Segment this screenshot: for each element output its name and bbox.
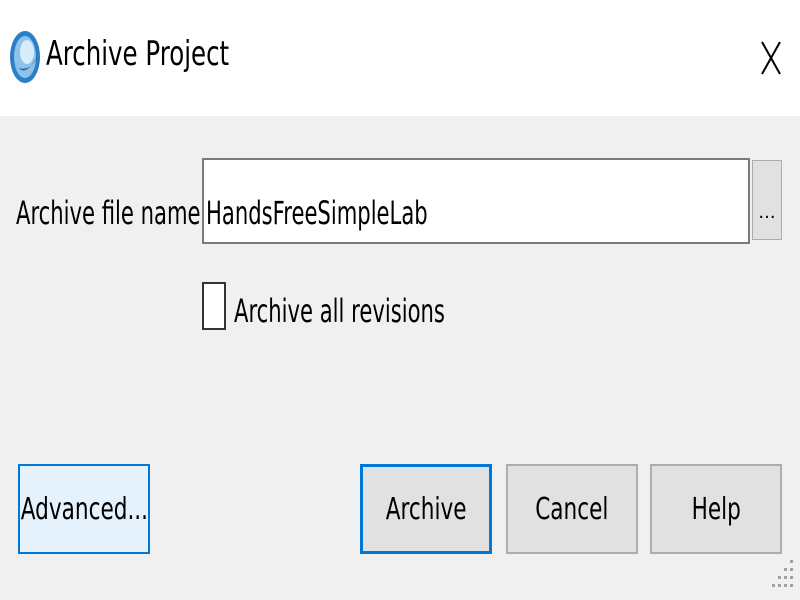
window-title: Archive Project	[46, 34, 230, 74]
cancel-button[interactable]: Cancel	[506, 464, 638, 554]
archive-filename-label: Archive file name:	[16, 194, 208, 232]
archive-all-revisions-label[interactable]: Archive all revisions	[234, 292, 445, 330]
archive-all-revisions-checkbox[interactable]	[202, 282, 226, 330]
browse-button[interactable]: ...	[752, 160, 782, 240]
archive-button[interactable]: Archive	[360, 464, 492, 554]
advanced-button-label: Advanced...	[20, 491, 148, 527]
archive-button-label: Archive	[385, 491, 467, 527]
archive-filename-input[interactable]	[202, 158, 750, 244]
help-button[interactable]: Help	[650, 464, 782, 554]
close-icon	[761, 41, 781, 75]
app-icon	[10, 31, 40, 83]
advanced-button[interactable]: Advanced...	[18, 464, 150, 554]
title-bar: Archive Project	[0, 0, 800, 116]
resize-grip-icon[interactable]	[770, 556, 796, 596]
cancel-button-label: Cancel	[535, 491, 609, 527]
close-button[interactable]	[748, 30, 794, 86]
help-button-label: Help	[691, 491, 741, 527]
